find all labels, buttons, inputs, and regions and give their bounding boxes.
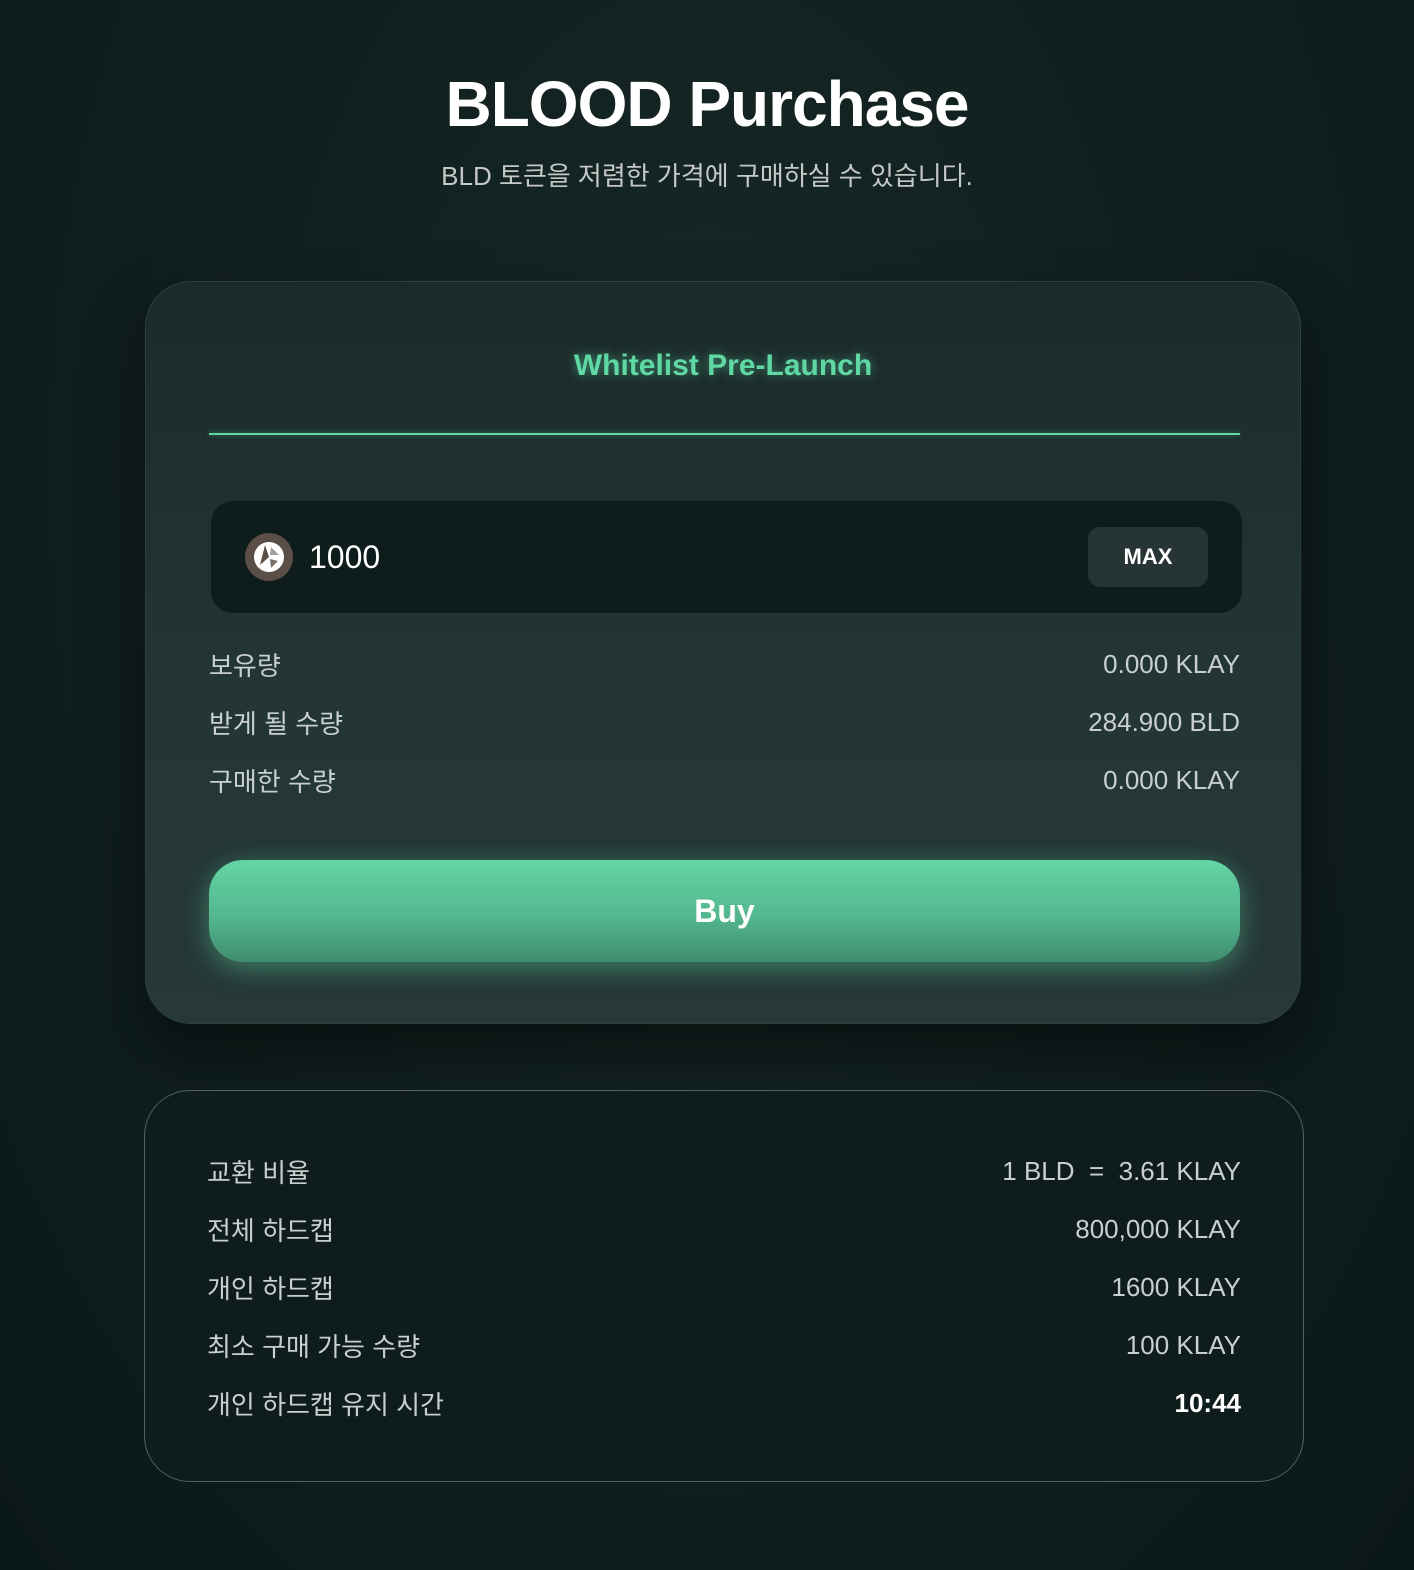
total-hardcap-value: 800,000 KLAY: [1075, 1213, 1241, 1244]
page-subtitle: BLD 토큰을 저렴한 가격에 구매하실 수 있습니다.: [441, 161, 973, 191]
purchase-card: Whitelist Pre-Launch MAX 보유량 0.000 KLAY …: [145, 281, 1301, 1024]
hardcap-duration-timer: 10:44: [1174, 1387, 1242, 1418]
individual-hardcap-row: 개인 하드캡 1600 KLAY: [207, 1267, 1241, 1307]
heading-divider: [209, 433, 1240, 435]
page-title: BLOOD Purchase: [445, 68, 969, 140]
exchange-rate-label: 교환 비율: [207, 1157, 310, 1188]
total-hardcap-label: 전체 하드캡: [207, 1215, 334, 1246]
individual-hardcap-value: 1600 KLAY: [1111, 1271, 1241, 1302]
balance-row: 보유량 0.000 KLAY: [209, 644, 1240, 684]
balance-value: 0.000 KLAY: [1103, 648, 1240, 679]
purchased-amount-label: 구매한 수량: [209, 766, 336, 797]
total-hardcap-row: 전체 하드캡 800,000 KLAY: [207, 1209, 1241, 1249]
balance-label: 보유량: [209, 650, 281, 681]
exchange-rate-value: 1 BLD = 3.61 KLAY: [1002, 1155, 1241, 1186]
amount-input-box: MAX: [211, 501, 1242, 613]
max-button[interactable]: MAX: [1088, 527, 1208, 587]
receive-amount-label: 받게 될 수량: [209, 708, 344, 739]
buy-button[interactable]: Buy: [209, 860, 1240, 962]
sale-details-card: 교환 비율 1 BLD = 3.61 KLAY 전체 하드캡 800,000 K…: [144, 1090, 1304, 1482]
klay-token-icon: [245, 533, 293, 581]
hardcap-duration-row: 개인 하드캡 유지 시간 10:44: [207, 1383, 1241, 1423]
exchange-rate-row: 교환 비율 1 BLD = 3.61 KLAY: [207, 1151, 1241, 1191]
purchased-amount-value: 0.000 KLAY: [1103, 764, 1240, 795]
purchased-amount-row: 구매한 수량 0.000 KLAY: [209, 760, 1240, 800]
receive-amount-value: 284.900 BLD: [1088, 706, 1240, 737]
individual-hardcap-label: 개인 하드캡: [207, 1273, 334, 1304]
hardcap-duration-label: 개인 하드캡 유지 시간: [207, 1389, 444, 1420]
min-purchase-label: 최소 구매 가능 수량: [207, 1331, 421, 1362]
min-purchase-value: 100 KLAY: [1125, 1329, 1241, 1360]
sale-phase-heading: Whitelist Pre-Launch: [573, 349, 873, 382]
min-purchase-row: 최소 구매 가능 수량 100 KLAY: [207, 1325, 1241, 1365]
amount-input[interactable]: [309, 531, 1069, 583]
receive-amount-row: 받게 될 수량 284.900 BLD: [209, 702, 1240, 742]
